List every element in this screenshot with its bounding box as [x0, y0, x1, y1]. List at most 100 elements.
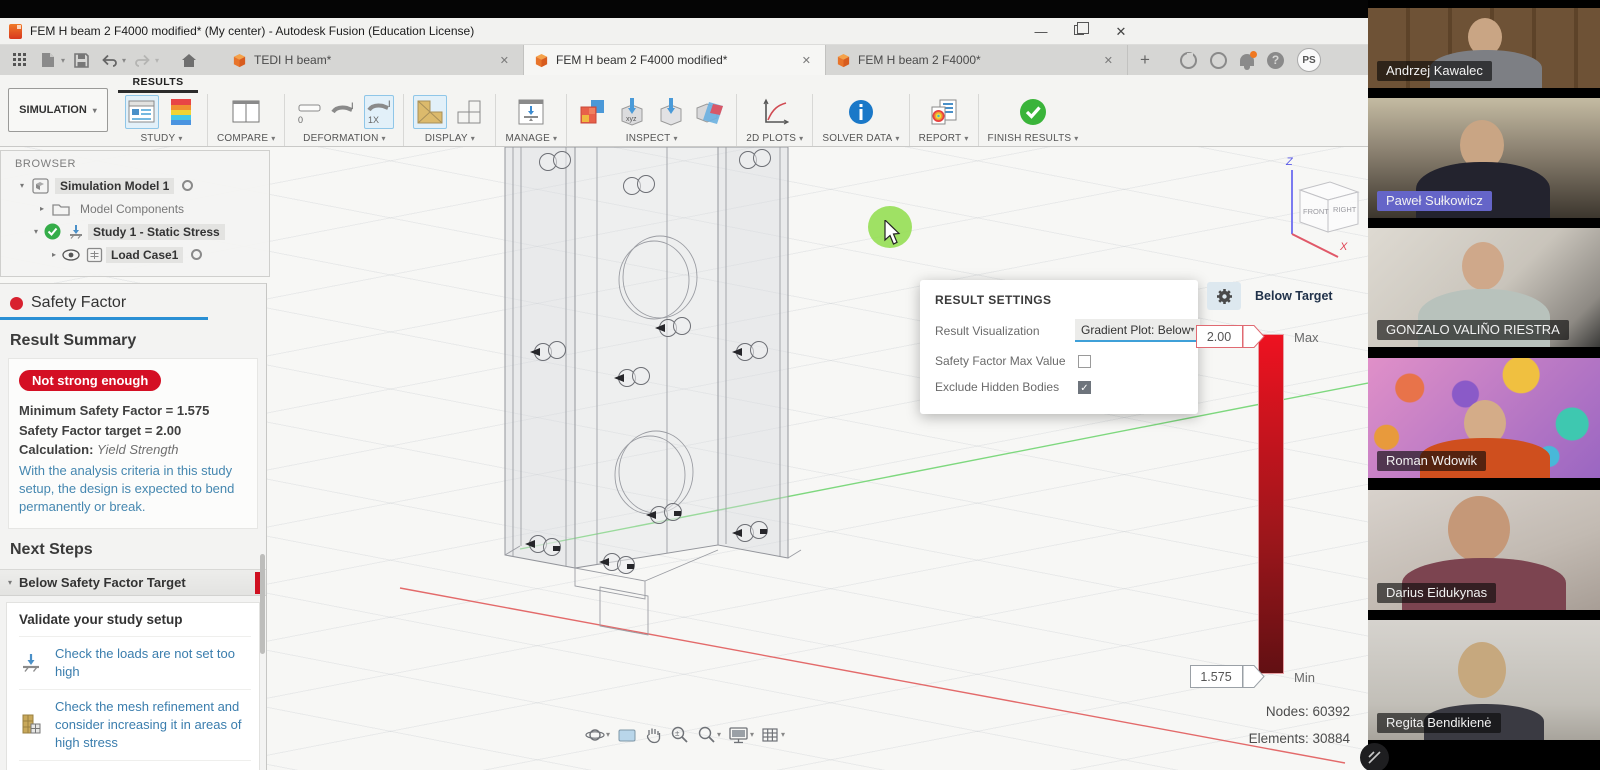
group-report-label[interactable]: REPORT — [919, 133, 969, 144]
view-cube[interactable]: Z FRONT RIGHT X — [1278, 152, 1370, 272]
fit-caret-icon[interactable]: ▾ — [717, 730, 721, 739]
deformation-scaled-icon[interactable]: I — [329, 95, 359, 129]
tree-item-load-case[interactable]: ▸ Load Case1 — [1, 243, 269, 266]
visibility-ring-icon[interactable] — [182, 180, 193, 191]
minimize-button[interactable]: — — [1034, 25, 1048, 39]
orbit-caret-icon[interactable]: ▾ — [606, 730, 610, 739]
job-status-icon[interactable] — [1180, 52, 1197, 69]
step-confirm-requirement[interactable]: Confirm your Safety Factor requirement — [19, 760, 251, 770]
undo-icon[interactable] — [97, 49, 121, 71]
inspect-result-compare-icon[interactable] — [576, 95, 610, 129]
study-details-icon[interactable] — [125, 95, 159, 129]
participant-tile-2[interactable]: Paweł Sułkowicz — [1368, 98, 1600, 218]
group-finish-results-label[interactable]: FINISH RESULTS — [988, 133, 1079, 144]
doc-tab-tedi-h-beam[interactable]: TEDI H beam* ✕ — [222, 45, 524, 75]
close-tab-icon[interactable]: ✕ — [798, 52, 815, 69]
file-menu-caret-icon[interactable]: ▾ — [61, 56, 65, 65]
notifications-bell-icon[interactable] — [1240, 54, 1254, 66]
look-at-tool[interactable] — [617, 727, 637, 743]
grid-caret-icon[interactable]: ▾ — [781, 730, 785, 739]
top-right-icons: ? PS — [1180, 45, 1321, 75]
chevron-down-icon[interactable]: ▾ — [17, 181, 27, 190]
participant-tile-5[interactable]: Darius Eidukynas — [1368, 490, 1600, 610]
participant-tile-4[interactable]: Roman Wdowik — [1368, 358, 1600, 478]
restore-button[interactable] — [1074, 25, 1088, 39]
zoom-tool[interactable]: ± — [669, 725, 689, 744]
step-check-loads[interactable]: Check the loads are not set too high — [19, 636, 251, 689]
visualization-dropdown[interactable]: Gradient Plot: Below ▾ — [1075, 319, 1200, 342]
legend-settings-button[interactable] — [1207, 282, 1241, 310]
below-target-group-row[interactable]: ▾ Below Safety Factor Target — [0, 569, 266, 596]
orbit-tool[interactable]: ▾ — [585, 726, 610, 744]
legend-gradient-bar[interactable] — [1258, 334, 1284, 674]
solver-data-icon[interactable] — [844, 95, 878, 129]
viewport-canvas[interactable]: Z FRONT RIGHT X ▾ ± — [0, 147, 1368, 770]
group-display-label[interactable]: DISPLAY — [425, 133, 475, 144]
app-grid-menu-icon[interactable] — [8, 49, 32, 71]
participant-tile-6[interactable]: Regita Bendikienė — [1368, 620, 1600, 740]
close-tab-icon[interactable]: ✕ — [496, 52, 513, 69]
display-settings-caret-icon[interactable]: ▾ — [750, 730, 754, 739]
tree-item-study[interactable]: ▾ Study 1 - Static Stress — [1, 220, 269, 243]
legend-max-input[interactable]: 2.00 — [1196, 325, 1266, 349]
display-settings-tool[interactable]: ▾ — [728, 726, 754, 744]
grid-layout-tool[interactable]: ▾ — [761, 726, 785, 744]
deformation-actual-icon[interactable]: I1X — [364, 95, 394, 129]
group-deformation-label[interactable]: DEFORMATION — [303, 133, 386, 144]
chevron-right-icon[interactable]: ▸ — [49, 250, 59, 259]
fit-tool[interactable]: ▾ — [696, 725, 721, 744]
visibility-ring-icon[interactable] — [191, 249, 202, 260]
home-icon[interactable] — [177, 49, 201, 71]
meeting-control-button[interactable] — [1360, 743, 1389, 770]
workspace-selector[interactable]: SIMULATION — [8, 88, 108, 132]
inspect-slice-plane-icon[interactable] — [693, 95, 727, 129]
doc-tab-fem-modified[interactable]: FEM H beam 2 F4000 modified* ✕ — [524, 45, 826, 75]
report-icon[interactable] — [927, 95, 961, 129]
file-menu-icon[interactable] — [36, 49, 60, 71]
participant-tile-3[interactable]: GONZALO VALIÑO RIESTRA — [1368, 228, 1600, 347]
group-inspect-label[interactable]: INSPECT — [626, 133, 678, 144]
clock-icon[interactable] — [1210, 52, 1227, 69]
manage-icon[interactable] — [514, 95, 548, 129]
legend-min-input[interactable]: 1.575 — [1190, 665, 1266, 689]
display-shaded-icon[interactable] — [413, 95, 447, 129]
group-compare-label[interactable]: COMPARE — [217, 133, 275, 144]
tree-item-model-components[interactable]: ▸ Model Components — [1, 197, 269, 220]
step-check-mesh[interactable]: Check the mesh refinement and consider i… — [19, 689, 251, 760]
finish-results-icon[interactable] — [1016, 95, 1050, 129]
pan-tool[interactable] — [644, 726, 662, 744]
user-avatar[interactable]: PS — [1297, 48, 1321, 72]
legend-colors-icon[interactable] — [164, 95, 198, 129]
doc-tab-fem-f4000[interactable]: FEM H beam 2 F4000* ✕ — [826, 45, 1128, 75]
compare-icon[interactable] — [229, 95, 263, 129]
step-text: Check the mesh refinement and consider i… — [55, 698, 251, 752]
new-tab-button[interactable]: + — [1128, 45, 1162, 75]
deformation-undeformed-icon[interactable]: 0 — [294, 95, 324, 129]
exclude-hidden-checkbox[interactable]: ✓ — [1078, 381, 1091, 394]
group-solver-data-label[interactable]: SOLVER DATA — [822, 133, 899, 144]
video-call-sidebar: Andrzej Kawalec Paweł Sułkowicz GONZALO … — [1368, 0, 1600, 770]
close-button[interactable]: ✕ — [1114, 25, 1128, 39]
panel-scrollbar[interactable] — [260, 554, 265, 654]
chevron-right-icon[interactable]: ▸ — [37, 204, 47, 213]
max-value-checkbox[interactable] — [1078, 355, 1091, 368]
2d-plots-icon[interactable] — [758, 95, 792, 129]
tree-item-simulation-model[interactable]: ▾ Simulation Model 1 — [1, 174, 269, 197]
close-tab-icon[interactable]: ✕ — [1100, 52, 1117, 69]
redo-icon[interactable] — [130, 49, 154, 71]
group-manage-label[interactable]: MANAGE — [505, 133, 557, 144]
undo-caret-icon[interactable]: ▾ — [122, 56, 126, 65]
ribbon-tab-results[interactable]: RESULTS — [118, 76, 198, 93]
save-icon[interactable] — [69, 49, 93, 71]
inspect-probe-icon[interactable] — [654, 95, 688, 129]
group-study-label[interactable]: STUDY — [140, 133, 182, 144]
safety-factor-panel: Safety Factor Result Summary Not strong … — [0, 283, 267, 770]
redo-caret-icon[interactable]: ▾ — [155, 56, 159, 65]
participant-tile-1[interactable]: Andrzej Kawalec — [1368, 8, 1600, 88]
display-wireframe-icon[interactable] — [452, 95, 486, 129]
inspect-point-xyz-icon[interactable]: xyz — [615, 95, 649, 129]
group-2d-plots-label[interactable]: 2D PLOTS — [746, 133, 803, 144]
eye-icon[interactable] — [62, 249, 80, 261]
chevron-down-icon[interactable]: ▾ — [31, 227, 41, 236]
help-icon[interactable]: ? — [1267, 52, 1284, 69]
